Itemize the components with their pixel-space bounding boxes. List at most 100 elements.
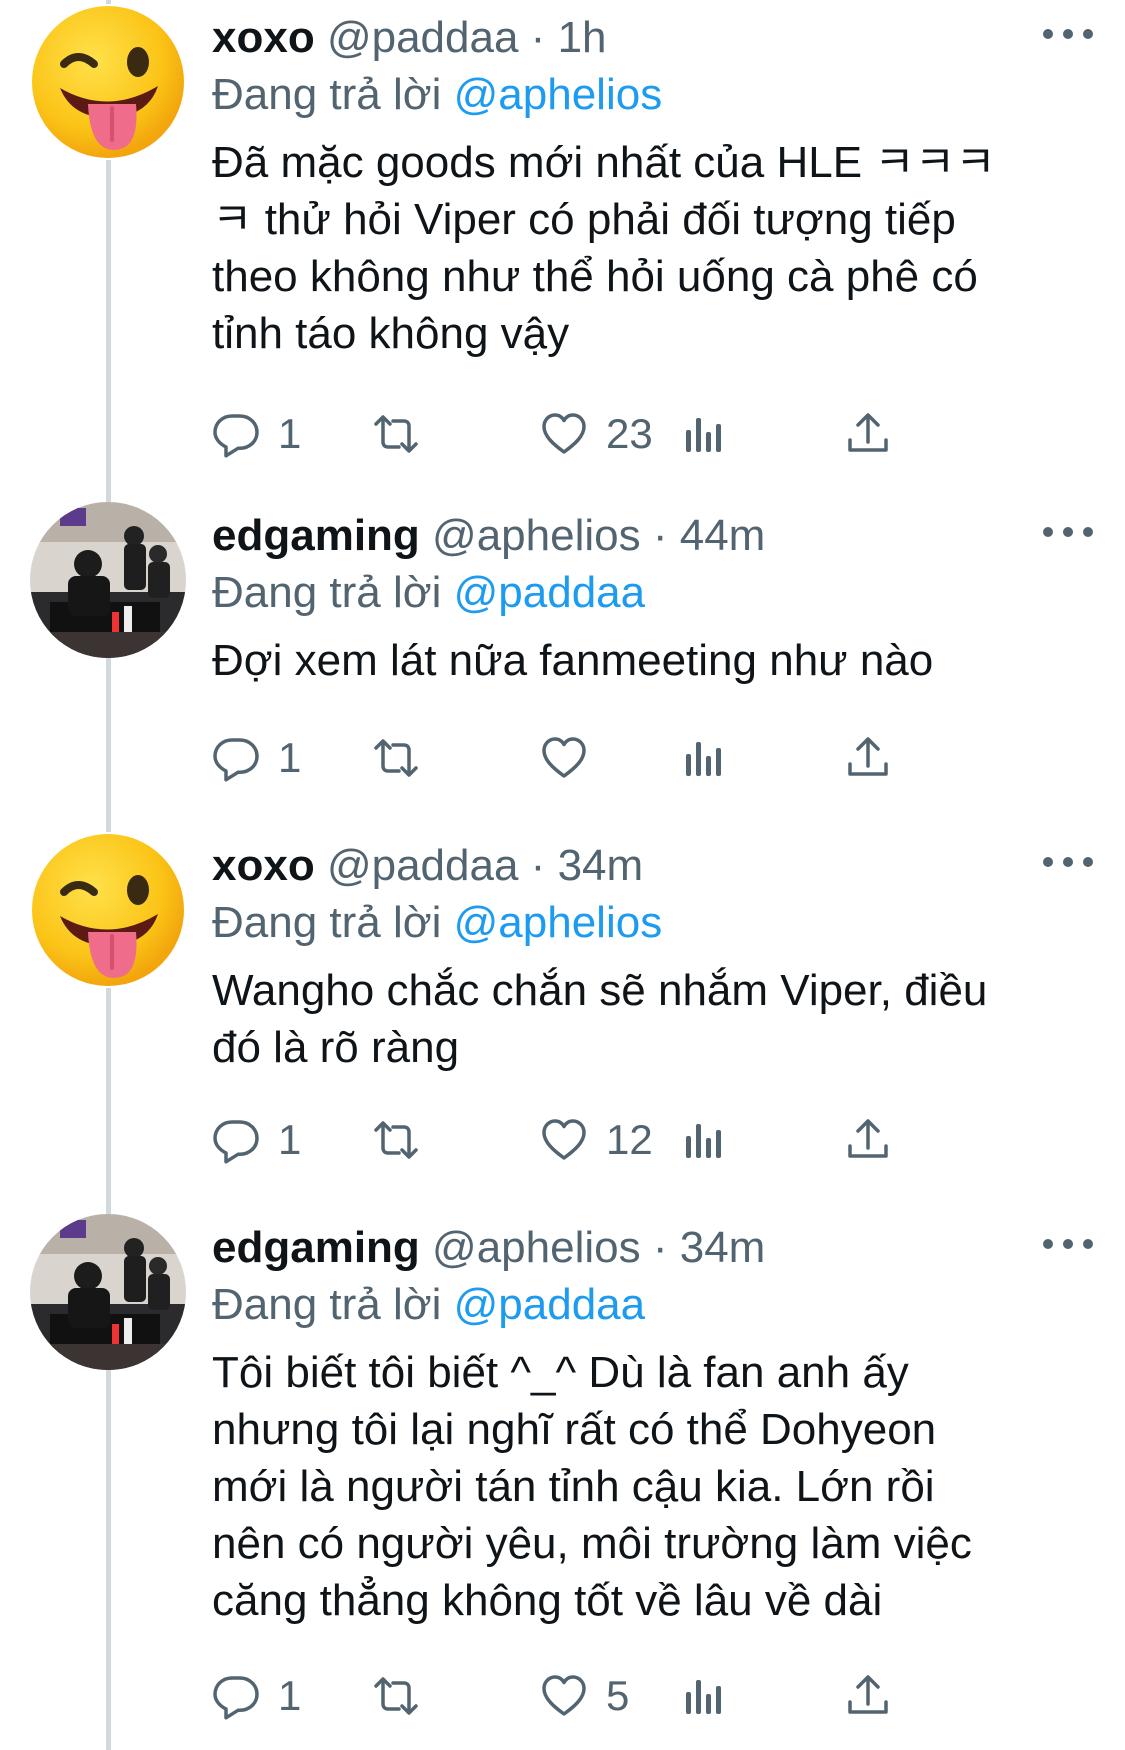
share-icon: [848, 737, 888, 776]
reply-button[interactable]: 1: [212, 1110, 301, 1170]
replying-prefix: Đang trả lời: [212, 70, 442, 119]
share-icon: [848, 1675, 888, 1714]
reply-icon: [213, 1120, 259, 1164]
tweet-text: Đã mặc goods mới nhất của HLE ㅋㅋㅋ ㅋ thử …: [212, 138, 996, 358]
replying-to: Đang trả lời @paddaa: [212, 565, 645, 621]
retweet-icon: [374, 415, 418, 453]
analytics-button[interactable]: [680, 1666, 728, 1726]
share-button[interactable]: [844, 1666, 892, 1726]
fan-meeting-photo-icon: [30, 1214, 186, 1370]
display-name[interactable]: edgaming: [212, 511, 420, 560]
action-bar: 1 23: [212, 404, 1092, 464]
tweet-text: Tôi biết tôi biết ^_^ Dù là fan anh ấy n…: [212, 1348, 972, 1625]
reply-count: 1: [278, 734, 302, 781]
like-count: 12: [606, 1116, 653, 1163]
separator-dot: ·: [652, 511, 668, 560]
separator-dot: ·: [530, 841, 546, 890]
replying-to: Đang trả lời @paddaa: [212, 1277, 645, 1333]
replying-to: Đang trả lời @aphelios: [212, 67, 662, 123]
mention-link[interactable]: @paddaa: [454, 1280, 646, 1329]
share-icon: [848, 1119, 888, 1158]
user-handle[interactable]: @paddaa: [327, 841, 519, 890]
reply-button[interactable]: 1: [212, 728, 301, 788]
mention-link[interactable]: @aphelios: [454, 70, 663, 119]
like-button[interactable]: 5: [540, 1666, 629, 1726]
separator-dot: ·: [652, 1223, 668, 1272]
winking-tongue-emoji-icon: [32, 834, 184, 986]
like-count: 23: [606, 410, 653, 457]
reply-tweet[interactable]: xoxo @paddaa · 1h Đang trả lời @aphelios…: [0, 4, 1125, 458]
share-button[interactable]: [844, 728, 892, 788]
mention-link[interactable]: @paddaa: [454, 568, 646, 617]
reply-tweet[interactable]: edgaming @aphelios · 34m Đang trả lời @p…: [0, 1214, 1125, 1734]
more-options-icon[interactable]: [1043, 1224, 1093, 1264]
heart-icon: [542, 1119, 586, 1160]
more-options-icon[interactable]: [1043, 14, 1093, 54]
avatar[interactable]: [30, 1214, 186, 1370]
tweet-header: edgaming @aphelios · 44m: [212, 508, 765, 564]
reply-tweet[interactable]: xoxo @paddaa · 34m Đang trả lời @aphelio…: [0, 832, 1125, 1172]
replying-prefix: Đang trả lời: [212, 568, 442, 617]
avatar[interactable]: [30, 4, 186, 160]
reply-icon: [213, 738, 259, 782]
display-name[interactable]: xoxo: [212, 841, 315, 890]
mention-link[interactable]: @aphelios: [454, 898, 663, 947]
timestamp[interactable]: 34m: [680, 1223, 766, 1272]
display-name[interactable]: edgaming: [212, 1223, 420, 1272]
user-handle[interactable]: @aphelios: [432, 511, 641, 560]
share-button[interactable]: [844, 1110, 892, 1170]
reply-tweet[interactable]: edgaming @aphelios · 44m Đang trả lời @p…: [0, 502, 1125, 792]
retweet-button[interactable]: [372, 1666, 420, 1726]
retweet-button[interactable]: [372, 1110, 420, 1170]
user-handle[interactable]: @aphelios: [432, 1223, 641, 1272]
analytics-button[interactable]: [680, 404, 728, 464]
retweet-button[interactable]: [372, 728, 420, 788]
like-button[interactable]: 23: [540, 404, 653, 464]
analytics-button[interactable]: [680, 1110, 728, 1170]
timestamp[interactable]: 44m: [680, 511, 766, 560]
display-name[interactable]: xoxo: [212, 13, 315, 62]
like-button[interactable]: 12: [540, 1110, 653, 1170]
replying-to: Đang trả lời @aphelios: [212, 895, 662, 951]
retweet-icon: [374, 1121, 418, 1159]
timestamp[interactable]: 1h: [558, 13, 607, 62]
retweet-icon: [374, 739, 418, 777]
user-handle[interactable]: @paddaa: [327, 13, 519, 62]
avatar[interactable]: [30, 502, 186, 658]
tweet-header: edgaming @aphelios · 34m: [212, 1220, 765, 1276]
retweet-button[interactable]: [372, 404, 420, 464]
like-count: 5: [606, 1672, 630, 1719]
like-button[interactable]: [540, 728, 606, 788]
separator-dot: ·: [530, 13, 546, 62]
bar-chart-icon: [686, 1680, 721, 1714]
tweet-text: Đợi xem lát nữa fanmeeting như nào: [212, 636, 934, 685]
analytics-button[interactable]: [680, 728, 728, 788]
fan-meeting-photo-icon: [30, 502, 186, 658]
avatar[interactable]: [30, 832, 186, 988]
reply-icon: [213, 414, 259, 458]
heart-icon: [542, 1675, 586, 1716]
action-bar: 1: [212, 728, 1092, 788]
heart-icon: [542, 737, 586, 778]
tweet-header: xoxo @paddaa · 1h: [212, 10, 607, 66]
heart-icon: [542, 413, 586, 454]
timestamp[interactable]: 34m: [558, 841, 644, 890]
more-options-icon[interactable]: [1043, 512, 1093, 552]
reply-count: 1: [278, 410, 302, 457]
share-icon: [848, 413, 888, 452]
replying-prefix: Đang trả lời: [212, 898, 442, 947]
retweet-icon: [374, 1677, 418, 1715]
share-button[interactable]: [844, 404, 892, 464]
bar-chart-icon: [686, 418, 721, 452]
bar-chart-icon: [686, 742, 721, 776]
more-options-icon[interactable]: [1043, 842, 1093, 882]
reply-button[interactable]: 1: [212, 404, 301, 464]
reply-icon: [213, 1676, 259, 1720]
reply-count: 1: [278, 1672, 302, 1719]
tweet-text: Wangho chắc chắn sẽ nhắm Viper, điều đó …: [212, 966, 988, 1072]
tweet-header: xoxo @paddaa · 34m: [212, 838, 643, 894]
reply-button[interactable]: 1: [212, 1666, 301, 1726]
action-bar: 1 12: [212, 1110, 1092, 1170]
action-bar: 1 5: [212, 1666, 1092, 1726]
reply-count: 1: [278, 1116, 302, 1163]
